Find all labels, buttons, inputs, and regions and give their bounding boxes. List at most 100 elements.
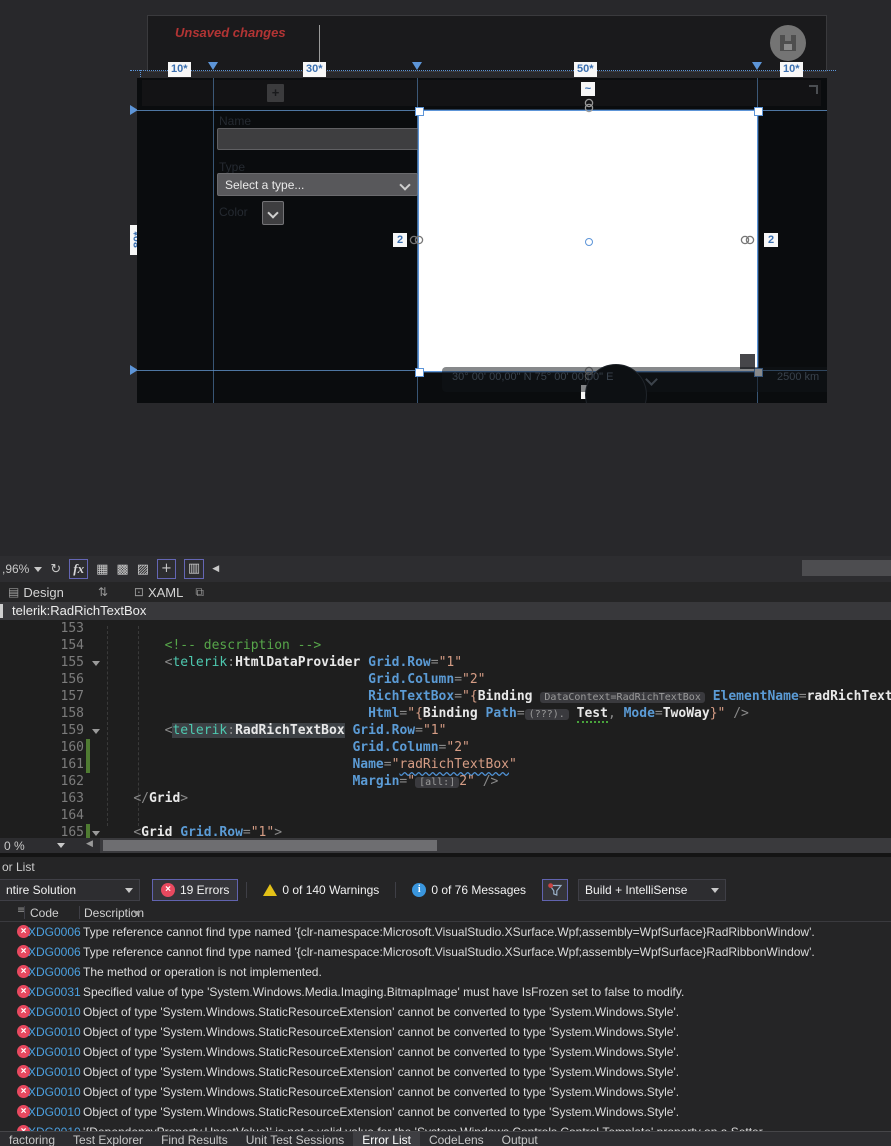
- tab-xaml[interactable]: XAML: [148, 585, 183, 600]
- error-row[interactable]: × XDG0010 Object of type 'System.Windows.S…: [0, 1042, 891, 1062]
- filter-button[interactable]: [542, 879, 569, 901]
- artboard-map-surface[interactable]: + Name Type Select a type... Color 2 2 ~…: [137, 78, 827, 403]
- column-splitter-handle[interactable]: [752, 62, 762, 70]
- error-row[interactable]: × XDG0006 Type reference cannot find type …: [0, 922, 891, 942]
- code-line[interactable]: 155 <telerik:HtmlDataProvider Grid.Row="…: [0, 654, 891, 671]
- column-splitter-handle[interactable]: [412, 62, 422, 70]
- column-splitter-handle[interactable]: [208, 62, 218, 70]
- code-line[interactable]: 158 Html="{Binding Path= (???). Test, Mod…: [0, 705, 891, 723]
- code-line[interactable]: 157 RichTextBox="{Binding DataContext=Ra…: [0, 688, 891, 705]
- zoom-dropdown[interactable]: ,96%: [2, 562, 29, 576]
- resize-handle[interactable]: [415, 368, 424, 377]
- panel-tab-output[interactable]: Output: [493, 1132, 547, 1146]
- code-line[interactable]: 160 Grid.Column="2": [0, 739, 891, 756]
- margin-badge-top[interactable]: ~: [581, 82, 595, 96]
- code-line[interactable]: 161 Name="radRichTextBox": [0, 756, 891, 773]
- chain-link-icon[interactable]: [740, 235, 755, 245]
- refresh-icon[interactable]: ↻: [50, 562, 61, 577]
- color-dropdown[interactable]: [262, 201, 284, 225]
- code-line[interactable]: 159 <telerik:RadRichTextBox Grid.Row="1": [0, 722, 891, 739]
- column-size-badge-0[interactable]: 10*: [168, 62, 191, 77]
- chevron-down-icon[interactable]: [57, 843, 65, 848]
- error-code[interactable]: XDG0010: [28, 1085, 81, 1099]
- editor-zoom-value[interactable]: 0 %: [4, 839, 25, 853]
- type-combobox[interactable]: Select a type...: [217, 173, 418, 196]
- error-row[interactable]: × XDG0010 Object of type 'System.Windows.S…: [0, 1082, 891, 1102]
- panel-tab-test-explorer[interactable]: Test Explorer: [64, 1132, 152, 1146]
- build-intellisense-dropdown[interactable]: Build + IntelliSense: [578, 879, 727, 901]
- column-size-badge-3[interactable]: 10*: [780, 62, 803, 77]
- code-line[interactable]: 156 Grid.Column="2": [0, 671, 891, 688]
- column-size-badge-2[interactable]: 50*: [574, 62, 597, 77]
- chain-link-icon[interactable]: [409, 235, 424, 245]
- column-size-badge-1[interactable]: 30*: [303, 62, 326, 77]
- error-code[interactable]: XDG0006: [28, 945, 81, 959]
- fold-chevron-icon[interactable]: [90, 824, 102, 838]
- panel-tab-unit-test-sessions[interactable]: Unit Test Sessions: [237, 1132, 354, 1146]
- gradient-icon[interactable]: ▨: [137, 562, 149, 577]
- error-code[interactable]: XDG0006: [28, 925, 81, 939]
- margin-badge-right[interactable]: 2: [764, 233, 778, 247]
- code-token: Grid.Row: [368, 655, 431, 670]
- designer-hscrollbar-thumb[interactable]: [802, 560, 891, 576]
- error-row[interactable]: ×XDG0010'{DependencyProperty.UnsetValue}…: [0, 1122, 891, 1131]
- panel-tab-find-results[interactable]: Find Results: [152, 1132, 237, 1146]
- error-code[interactable]: XDG0010: [28, 1065, 81, 1079]
- line-number: 162: [60, 774, 84, 789]
- chevron-down-icon[interactable]: [34, 566, 43, 572]
- snaplines-button[interactable]: +: [157, 559, 176, 579]
- resize-handle[interactable]: [754, 107, 763, 116]
- error-code[interactable]: XDG0010: [28, 1105, 81, 1119]
- error-row[interactable]: × XDG0010 Object of type 'System.Windows.S…: [0, 1062, 891, 1082]
- code-token: >: [274, 825, 283, 838]
- error-code[interactable]: XDG0010: [28, 1025, 81, 1039]
- code-line[interactable]: 153: [0, 620, 891, 637]
- selected-richtextbox-element[interactable]: [415, 107, 763, 377]
- xaml-designer-surface[interactable]: Unsaved changes 10* 30* 50* 10* 80* + Na: [0, 0, 891, 556]
- panel-tab-error-list[interactable]: Error List: [353, 1132, 420, 1146]
- save-button[interactable]: [770, 25, 806, 61]
- name-textbox[interactable]: [217, 128, 420, 150]
- errors-filter-button[interactable]: × 19 Errors: [152, 879, 239, 901]
- column-ruler[interactable]: [130, 70, 836, 71]
- error-row[interactable]: × XDG0010 Object of type 'System.Windows.S…: [0, 1002, 891, 1022]
- scope-dropdown[interactable]: ntire Solution: [0, 879, 140, 901]
- editor-hscrollbar[interactable]: [100, 838, 891, 853]
- panel-tab-codelens[interactable]: CodeLens: [420, 1132, 493, 1146]
- tab-design[interactable]: Design: [23, 585, 63, 600]
- code-line[interactable]: 162 Margin=" [all:] 2" />: [0, 773, 891, 790]
- error-code[interactable]: XDG0006: [28, 965, 81, 979]
- error-row[interactable]: × XDG0010 Object of type 'System.Windows.S…: [0, 1022, 891, 1042]
- effects-button[interactable]: fx: [69, 559, 89, 579]
- error-row[interactable]: × XDG0031 Specified value of type 'System.…: [0, 982, 891, 1002]
- code-line[interactable]: 154 <!-- description -->: [0, 637, 891, 654]
- error-row[interactable]: × XDG0006 The method or operation is not i…: [0, 962, 891, 982]
- warnings-filter-button[interactable]: 0 of 140 Warnings: [255, 879, 387, 901]
- editor-hscrollbar-thumb[interactable]: [103, 840, 437, 851]
- chain-link-icon[interactable]: [584, 98, 594, 113]
- messages-filter-button[interactable]: i 0 of 76 Messages: [404, 879, 534, 901]
- grid-options-icon[interactable]: ▩: [116, 562, 128, 577]
- swap-panes-icon[interactable]: ⇅: [98, 585, 108, 599]
- xaml-code-editor[interactable]: 153 154 <!-- description --> 155 <telerik:…: [0, 620, 891, 838]
- error-code[interactable]: XDG0031: [28, 985, 81, 999]
- snap-to-grid-button[interactable]: ▥: [183, 559, 205, 579]
- error-code[interactable]: XDG0010: [28, 1045, 81, 1059]
- error-row[interactable]: × XDG0010 Object of type 'System.Windows.S…: [0, 1102, 891, 1122]
- fold-chevron-icon[interactable]: [90, 654, 102, 671]
- code-line[interactable]: 164: [0, 807, 891, 824]
- code-line[interactable]: 163 </Grid>: [0, 790, 891, 807]
- thumbnail-grid-icon[interactable]: ▦: [96, 562, 108, 577]
- column-header-code[interactable]: Code: [30, 906, 59, 920]
- popout-icon[interactable]: ⧉: [195, 585, 204, 600]
- error-code[interactable]: XDG0010: [28, 1005, 81, 1019]
- back-arrow-icon[interactable]: ◀: [212, 564, 219, 574]
- fold-chevron-icon[interactable]: [90, 722, 102, 739]
- panel-tab-factoring[interactable]: factoring: [0, 1132, 64, 1146]
- margin-badge-left[interactable]: 2: [393, 233, 407, 247]
- resize-handle[interactable]: [415, 107, 424, 116]
- error-row[interactable]: × XDG0006 Type reference cannot find type …: [0, 942, 891, 962]
- scroll-left-arrow-icon[interactable]: ◀: [86, 839, 93, 849]
- code-line[interactable]: 165 <Grid Grid.Row="1">: [0, 824, 891, 838]
- breadcrumb[interactable]: telerik:RadRichTextBox: [0, 602, 891, 620]
